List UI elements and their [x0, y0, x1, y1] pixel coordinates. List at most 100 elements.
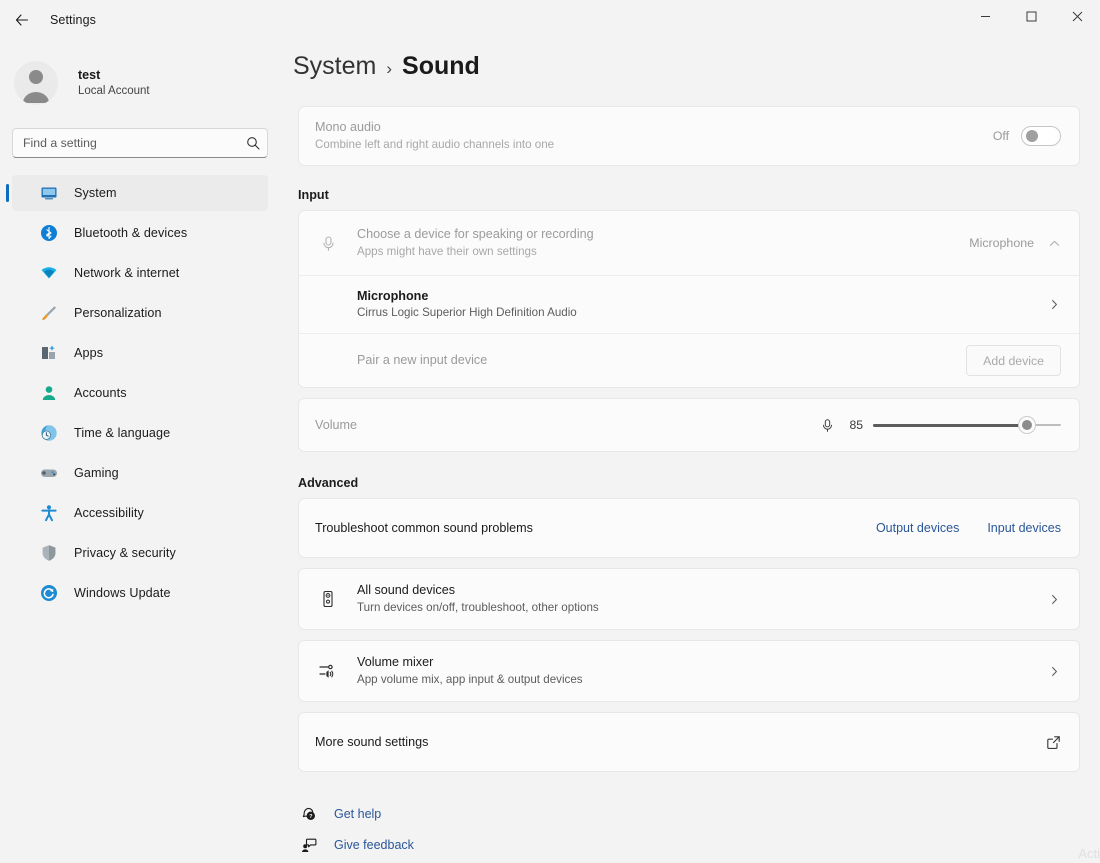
chevron-right-icon[interactable] — [1048, 593, 1061, 606]
close-icon — [1072, 11, 1083, 22]
profile-card[interactable]: test Local Account — [14, 52, 280, 114]
mono-audio-subtitle: Combine left and right audio channels in… — [315, 137, 554, 154]
sidebar-item-gaming[interactable]: Gaming — [12, 455, 268, 491]
all-sound-devices-row[interactable]: All sound devices Turn devices on/off, t… — [299, 569, 1079, 629]
troubleshoot-title: Troubleshoot common sound problems — [315, 519, 533, 537]
input-device-subtitle: Cirrus Logic Superior High Definition Au… — [357, 305, 577, 322]
pair-device-title: Pair a new input device — [357, 351, 487, 369]
input-chooser-subtitle: Apps might have their own settings — [357, 244, 594, 261]
person-avatar-icon — [14, 61, 58, 105]
sidebar-item-label: Privacy & security — [74, 546, 176, 560]
paintbrush-icon — [38, 302, 60, 324]
input-volume-card: Volume 85 — [298, 398, 1080, 452]
page-title: Sound — [402, 52, 480, 81]
sidebar-item-network-internet[interactable]: Network & internet — [12, 255, 268, 291]
sidebar-nav: System Bluetooth & devices Network & int… — [0, 175, 280, 611]
input-volume-slider[interactable] — [873, 416, 1061, 434]
search-icon — [246, 128, 260, 158]
get-help-link[interactable]: ? Get help — [298, 798, 1100, 829]
add-device-button[interactable]: Add device — [966, 345, 1061, 376]
sidebar-item-label: Personalization — [74, 306, 162, 320]
sidebar: test Local Account System — [0, 40, 280, 863]
minimize-icon — [980, 11, 991, 22]
external-link-icon[interactable] — [1046, 735, 1061, 750]
pair-input-device-row: Pair a new input device Add device — [299, 333, 1079, 387]
gamepad-icon — [38, 462, 60, 484]
all-sound-devices-title: All sound devices — [357, 581, 599, 599]
sidebar-item-time-language[interactable]: Time & language — [12, 415, 268, 451]
mono-audio-title: Mono audio — [315, 118, 554, 136]
person-icon — [38, 382, 60, 404]
all-sound-devices-card[interactable]: All sound devices Turn devices on/off, t… — [298, 568, 1080, 630]
give-feedback-link[interactable]: Give feedback — [298, 829, 1100, 860]
slider-fill — [873, 424, 1027, 427]
chevron-up-icon[interactable] — [1048, 237, 1061, 250]
input-volume-row[interactable]: Volume 85 — [299, 399, 1079, 451]
volume-mixer-subtitle: App volume mix, app input & output devic… — [357, 672, 583, 689]
sidebar-item-accessibility[interactable]: Accessibility — [12, 495, 268, 531]
toggle-knob — [1026, 130, 1038, 142]
title-bar: Settings — [0, 0, 1100, 40]
sidebar-item-apps[interactable]: Apps — [12, 335, 268, 371]
footer-links: ? Get help Give feedback — [298, 798, 1100, 860]
volume-mixer-row[interactable]: Volume mixer App volume mix, app input &… — [299, 641, 1079, 701]
close-button[interactable] — [1054, 0, 1100, 32]
troubleshoot-card: Troubleshoot common sound problems Outpu… — [298, 498, 1080, 558]
mono-audio-state-label: Off — [993, 129, 1009, 143]
window-title: Settings — [50, 13, 96, 27]
profile-name: test — [78, 67, 150, 84]
back-arrow-icon — [14, 12, 30, 28]
mono-audio-toggle[interactable] — [1021, 126, 1061, 146]
minimize-button[interactable] — [962, 0, 1008, 32]
input-volume-value: 85 — [845, 418, 863, 432]
shield-icon — [38, 542, 60, 564]
profile-account-type: Local Account — [78, 84, 150, 100]
sidebar-item-bluetooth-devices[interactable]: Bluetooth & devices — [12, 215, 268, 251]
input-chooser-title: Choose a device for speaking or recordin… — [357, 225, 594, 243]
main-content: System › Sound Mono audio Combine left a… — [280, 40, 1100, 863]
sidebar-item-personalization[interactable]: Personalization — [12, 295, 268, 331]
slider-thumb[interactable] — [1019, 417, 1035, 433]
volume-mixer-title: Volume mixer — [357, 653, 583, 671]
breadcrumb-parent[interactable]: System — [293, 52, 376, 81]
breadcrumb: System › Sound — [293, 52, 1100, 81]
mono-audio-card: Mono audio Combine left and right audio … — [298, 106, 1080, 166]
sidebar-item-label: Network & internet — [74, 266, 179, 280]
troubleshoot-input-devices-link[interactable]: Input devices — [987, 521, 1061, 535]
sidebar-item-label: Gaming — [74, 466, 119, 480]
volume-mixer-card[interactable]: Volume mixer App volume mix, app input &… — [298, 640, 1080, 702]
sidebar-item-accounts[interactable]: Accounts — [12, 375, 268, 411]
maximize-button[interactable] — [1008, 0, 1054, 32]
search-input[interactable] — [12, 128, 268, 158]
more-sound-settings-row[interactable]: More sound settings — [299, 713, 1079, 771]
input-device-chooser-row[interactable]: Choose a device for speaking or recordin… — [299, 211, 1079, 275]
svg-text:?: ? — [309, 814, 313, 820]
microphone-icon — [820, 418, 835, 433]
sidebar-item-system[interactable]: System — [12, 175, 268, 211]
bluetooth-icon — [38, 222, 60, 244]
clock-globe-icon — [38, 422, 60, 444]
all-sound-devices-subtitle: Turn devices on/off, troubleshoot, other… — [357, 600, 599, 617]
sidebar-item-label: System — [74, 186, 117, 200]
input-section-heading: Input — [298, 188, 1100, 202]
back-button[interactable] — [6, 4, 38, 36]
search-box[interactable] — [12, 128, 268, 158]
breadcrumb-separator: › — [386, 59, 392, 79]
volume-mixer-icon — [315, 661, 341, 681]
chevron-right-icon[interactable] — [1048, 298, 1061, 311]
more-sound-settings-card[interactable]: More sound settings — [298, 712, 1080, 772]
advanced-section-heading: Advanced — [298, 476, 1100, 490]
sidebar-item-windows-update[interactable]: Windows Update — [12, 575, 268, 611]
sidebar-item-label: Bluetooth & devices — [74, 226, 187, 240]
get-help-label: Get help — [334, 807, 381, 821]
mono-audio-row[interactable]: Mono audio Combine left and right audio … — [299, 107, 1079, 165]
feedback-icon — [298, 837, 320, 853]
sidebar-item-label: Windows Update — [74, 586, 171, 600]
apps-icon — [38, 342, 60, 364]
troubleshoot-output-devices-link[interactable]: Output devices — [876, 521, 959, 535]
chevron-right-icon[interactable] — [1048, 665, 1061, 678]
sidebar-item-privacy-security[interactable]: Privacy & security — [12, 535, 268, 571]
input-device-row[interactable]: Microphone Cirrus Logic Superior High De… — [299, 275, 1079, 333]
maximize-icon — [1026, 11, 1037, 22]
input-chooser-value: Microphone — [969, 236, 1034, 250]
